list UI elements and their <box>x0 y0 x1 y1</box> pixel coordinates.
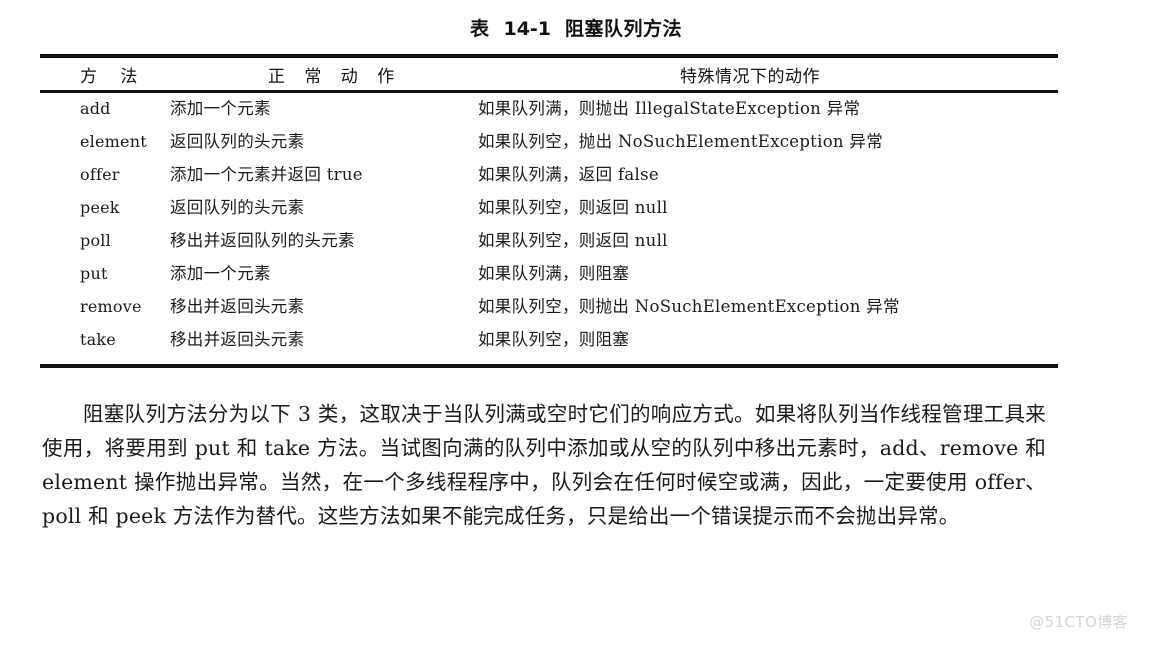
cell-normal-action: 添加一个元素 <box>170 99 271 118</box>
cell-method: peek <box>80 198 120 217</box>
caption-number: 14-1 <box>503 18 552 40</box>
cell-special-action: 如果队列满，返回 false <box>478 165 659 184</box>
cell-normal-action: 移出并返回头元素 <box>170 297 305 316</box>
cell-special-action: 如果队列空，抛出 NoSuchElementException 异常 <box>478 132 883 151</box>
table-row: remove 移出并返回头元素 如果队列空，则抛出 NoSuchElementE… <box>40 293 1058 326</box>
cell-normal-action: 返回队列的头元素 <box>170 198 305 217</box>
cell-special-action: 如果队列空，则抛出 NoSuchElementException 异常 <box>478 297 900 316</box>
cell-method: offer <box>80 165 120 184</box>
cell-method: take <box>80 330 116 349</box>
table-caption: 表 14-1 阻塞队列方法 <box>0 14 1152 41</box>
table-row: poll 移出并返回队列的头元素 如果队列空，则返回 null <box>40 227 1058 260</box>
cell-special-action: 如果队列满，则阻塞 <box>478 264 630 283</box>
table-bottom-rule <box>40 364 1058 368</box>
cell-normal-action: 添加一个元素并返回 true <box>170 165 363 184</box>
caption-prefix: 表 <box>469 18 490 40</box>
table-row: peek 返回队列的头元素 如果队列空，则返回 null <box>40 194 1058 227</box>
table-row: element 返回队列的头元素 如果队列空，抛出 NoSuchElementE… <box>40 128 1058 161</box>
table-row: put 添加一个元素 如果队列满，则阻塞 <box>40 260 1058 293</box>
blocking-queue-methods-table: 方 法 正 常 动 作 特殊情况下的动作 add 添加一个元素 如果队列满，则抛… <box>40 54 1058 368</box>
table-row: take 移出并返回头元素 如果队列空，则阻塞 <box>40 326 1058 359</box>
cell-method: add <box>80 99 111 118</box>
cell-normal-action: 移出并返回头元素 <box>170 330 305 349</box>
cell-method: remove <box>80 297 142 316</box>
body-paragraph: 阻塞队列方法分为以下 3 类，这取决于当队列满或空时它们的响应方式。如果将队列当… <box>42 401 1046 528</box>
table-row: offer 添加一个元素并返回 true 如果队列满，返回 false <box>40 161 1058 194</box>
cell-special-action: 如果队列空，则阻塞 <box>478 330 630 349</box>
column-header-method: 方 法 <box>80 67 147 87</box>
table-header-row: 方 法 正 常 动 作 特殊情况下的动作 <box>40 58 1058 90</box>
table-body: add 添加一个元素 如果队列满，则抛出 IllegalStateExcepti… <box>40 93 1058 364</box>
cell-method: poll <box>80 231 111 250</box>
cell-special-action: 如果队列空，则返回 null <box>478 231 668 250</box>
caption-title: 阻塞队列方法 <box>565 18 683 40</box>
table-row: add 添加一个元素 如果队列满，则抛出 IllegalStateExcepti… <box>40 95 1058 128</box>
cell-method: put <box>80 264 108 283</box>
cell-normal-action: 添加一个元素 <box>170 264 271 283</box>
cell-normal-action: 返回队列的头元素 <box>170 132 305 151</box>
cell-special-action: 如果队列满，则抛出 IllegalStateException 异常 <box>478 99 861 118</box>
cell-special-action: 如果队列空，则返回 null <box>478 198 668 217</box>
watermark: @51CTO博客 <box>1029 613 1128 631</box>
document-page: 表 14-1 阻塞队列方法 方 法 正 常 动 作 特殊情况下的动作 add 添加一… <box>0 0 1152 648</box>
column-header-special-action: 特殊情况下的动作 <box>680 67 820 87</box>
cell-normal-action: 移出并返回队列的头元素 <box>170 231 355 250</box>
column-header-normal-action: 正 常 动 作 <box>268 67 402 87</box>
cell-method: element <box>80 132 147 151</box>
